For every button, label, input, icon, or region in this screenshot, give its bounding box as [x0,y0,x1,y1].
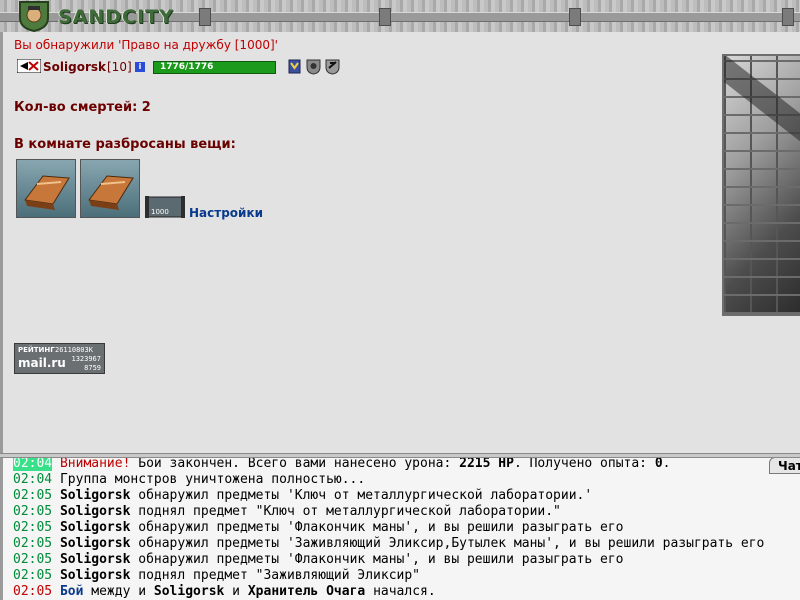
chat-exp: 0 [654,458,663,471]
chat-line: 02:05 Soligorsk обнаружил предметы 'Флак… [13,552,624,568]
chat-time[interactable]: 02:05 [13,488,52,503]
main-panel: Вы обнаружили 'Право на дружбу [1000]' S… [0,32,800,454]
death-count: Кол-во смертей: 2 [14,100,151,115]
chat-warning: Внимание! [59,458,131,471]
scene-shadow [724,56,800,159]
chat-line: 02:05 Soligorsk обнаружил предметы 'Флак… [13,520,624,536]
chat-time[interactable]: 02:05 [13,504,52,519]
chat-line: 02:05 Бой между и Soligorsk и Хранитель … [13,584,436,600]
chat-text: обнаружил предметы 'Флакончик маны', и в… [130,552,624,567]
banner-ornament [782,8,794,26]
banner-ornament [569,8,581,26]
chat-nick[interactable]: Soligorsk [60,504,130,519]
counter-value: 26110803K [55,346,93,354]
hp-text: 1776/1776 [160,62,214,72]
chat-nick[interactable]: Soligorsk [60,536,130,551]
scroll-item-icon[interactable]: 1000 [145,194,185,220]
location-scene-image[interactable] [722,54,800,316]
item-ingot[interactable] [16,159,76,218]
chat-time[interactable]: 02:04 [13,458,53,471]
chat-text: обнаружил предметы 'Ключ от металлургиче… [130,488,593,503]
found-message: Вы обнаружили 'Право на дружбу [1000]' [14,38,278,52]
rank-badge-icon[interactable] [287,58,302,75]
chat-line: 02:05 Soligorsk поднял предмет "Ключ от … [13,504,561,520]
chat-tab[interactable]: Чат [769,458,800,474]
chat-nick[interactable]: Soligorsk [60,568,130,583]
scroll-label: 1000 [151,208,169,216]
user-level: [10] [107,60,132,74]
chat-text: обнаружил предметы 'Заживляющий Эликсир,… [130,536,765,551]
chat-time[interactable]: 02:05 [13,552,52,567]
clan-flag-icon[interactable] [17,59,41,73]
chat-nick[interactable]: Soligorsk [60,520,130,535]
chat-text: между и [83,584,154,599]
chat-damage: 2215 HP [459,458,514,471]
chat-log: Чат 02:04 Внимание! Бой закончен. Всего … [0,458,800,600]
chat-line: 02:05 Soligorsk обнаружил предметы 'Ключ… [13,488,592,504]
chat-text: и [224,584,248,599]
chat-text: начался. [365,584,436,599]
counter-value: 1323967 [71,355,101,363]
chat-text: обнаружил предметы 'Флакончик маны', и в… [130,520,624,535]
item-ingot[interactable] [80,159,140,218]
chat-text: . Получено опыта: [513,458,655,471]
banner-ornament [379,8,391,26]
chat-text: Группа монстров уничтожена полностью... [59,472,366,487]
ingot-icon [88,175,134,210]
logo-text: SANDCITY [58,6,174,28]
shield-badge-icon[interactable] [306,58,321,75]
chat-time[interactable]: 02:05 [13,520,52,535]
chat-line: 02:04 Группа монстров уничтожена полност… [13,472,365,488]
items-title: В комнате разбросаны вещи: [14,137,236,152]
guild-badge-icon[interactable] [325,58,340,75]
chat-line: 02:04 Внимание! Бой закончен. Всего вами… [13,458,671,472]
top-banner: SANDCITY [0,0,800,33]
chat-text: поднял предмет "Ключ от металлургической… [130,504,561,519]
chat-nick[interactable]: Soligorsk [60,552,130,567]
ingot-icon [24,175,70,210]
chat-text: . [662,458,671,471]
chat-text: поднял предмет "Заживляющий Эликсир" [130,568,421,583]
chat-nick[interactable]: Хранитель Очага [248,584,365,599]
mailru-logo: mail.ru [18,356,66,370]
user-nick[interactable]: Soligorsk [43,60,106,74]
battle-link[interactable]: Бой [60,584,83,599]
banner-ornament [199,8,211,26]
settings-link[interactable]: Настройки [189,206,263,220]
chat-time[interactable]: 02:04 [13,472,52,487]
mailru-counter[interactable]: РЕЙТИНГ 26110803K mail.ru 1323967 8759 [14,343,105,374]
counter-label: РЕЙТИНГ [18,346,55,354]
chat-time[interactable]: 02:05 [13,568,52,583]
shield-logo-icon [19,1,49,32]
chat-line: 02:05 Soligorsk поднял предмет "Заживляю… [13,568,420,584]
chat-line: 02:05 Soligorsk обнаружил предметы 'Зажи… [13,536,764,552]
chat-time[interactable]: 02:05 [13,584,52,599]
chat-nick[interactable]: Soligorsk [60,488,130,503]
hp-bar: 1776/1776 [153,61,276,74]
counter-value: 8759 [84,364,101,372]
chat-time[interactable]: 02:05 [13,536,52,551]
chat-nick[interactable]: Soligorsk [154,584,224,599]
chat-text: Бой закончен. Всего вами нанесено урона: [130,458,460,471]
info-icon[interactable]: i [135,62,145,72]
